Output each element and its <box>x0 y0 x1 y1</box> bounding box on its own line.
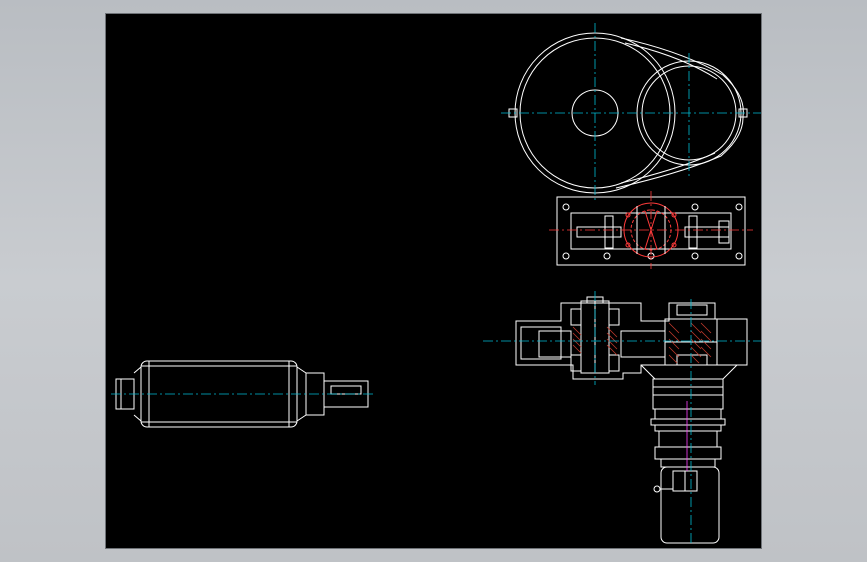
motor-body <box>660 466 720 544</box>
gearbox-sectional-view <box>515 296 748 380</box>
cad-drawing-svg <box>111 23 761 546</box>
cad-drawing-canvas[interactable] <box>105 13 762 549</box>
motor-assembly-view <box>640 364 738 544</box>
motor-flange <box>652 378 724 410</box>
belt-upper <box>620 37 744 117</box>
motor-plug-icon <box>653 485 661 493</box>
keyway <box>330 385 362 395</box>
